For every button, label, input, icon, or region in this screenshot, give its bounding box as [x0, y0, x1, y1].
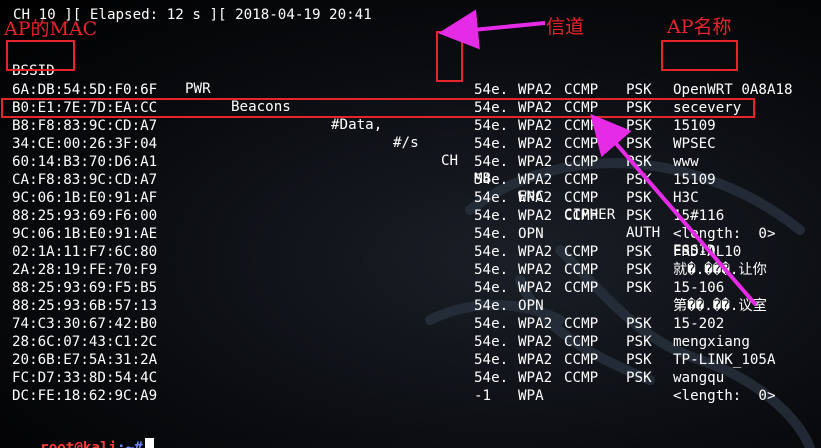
annotation-arrows	[438, 9, 758, 307]
essid-arrow	[590, 113, 758, 307]
channel-arrow	[438, 9, 546, 50]
terminal-window[interactable]: CH 10 ][ Elapsed: 12 s ][ 2018-04-19 20:…	[0, 0, 821, 448]
